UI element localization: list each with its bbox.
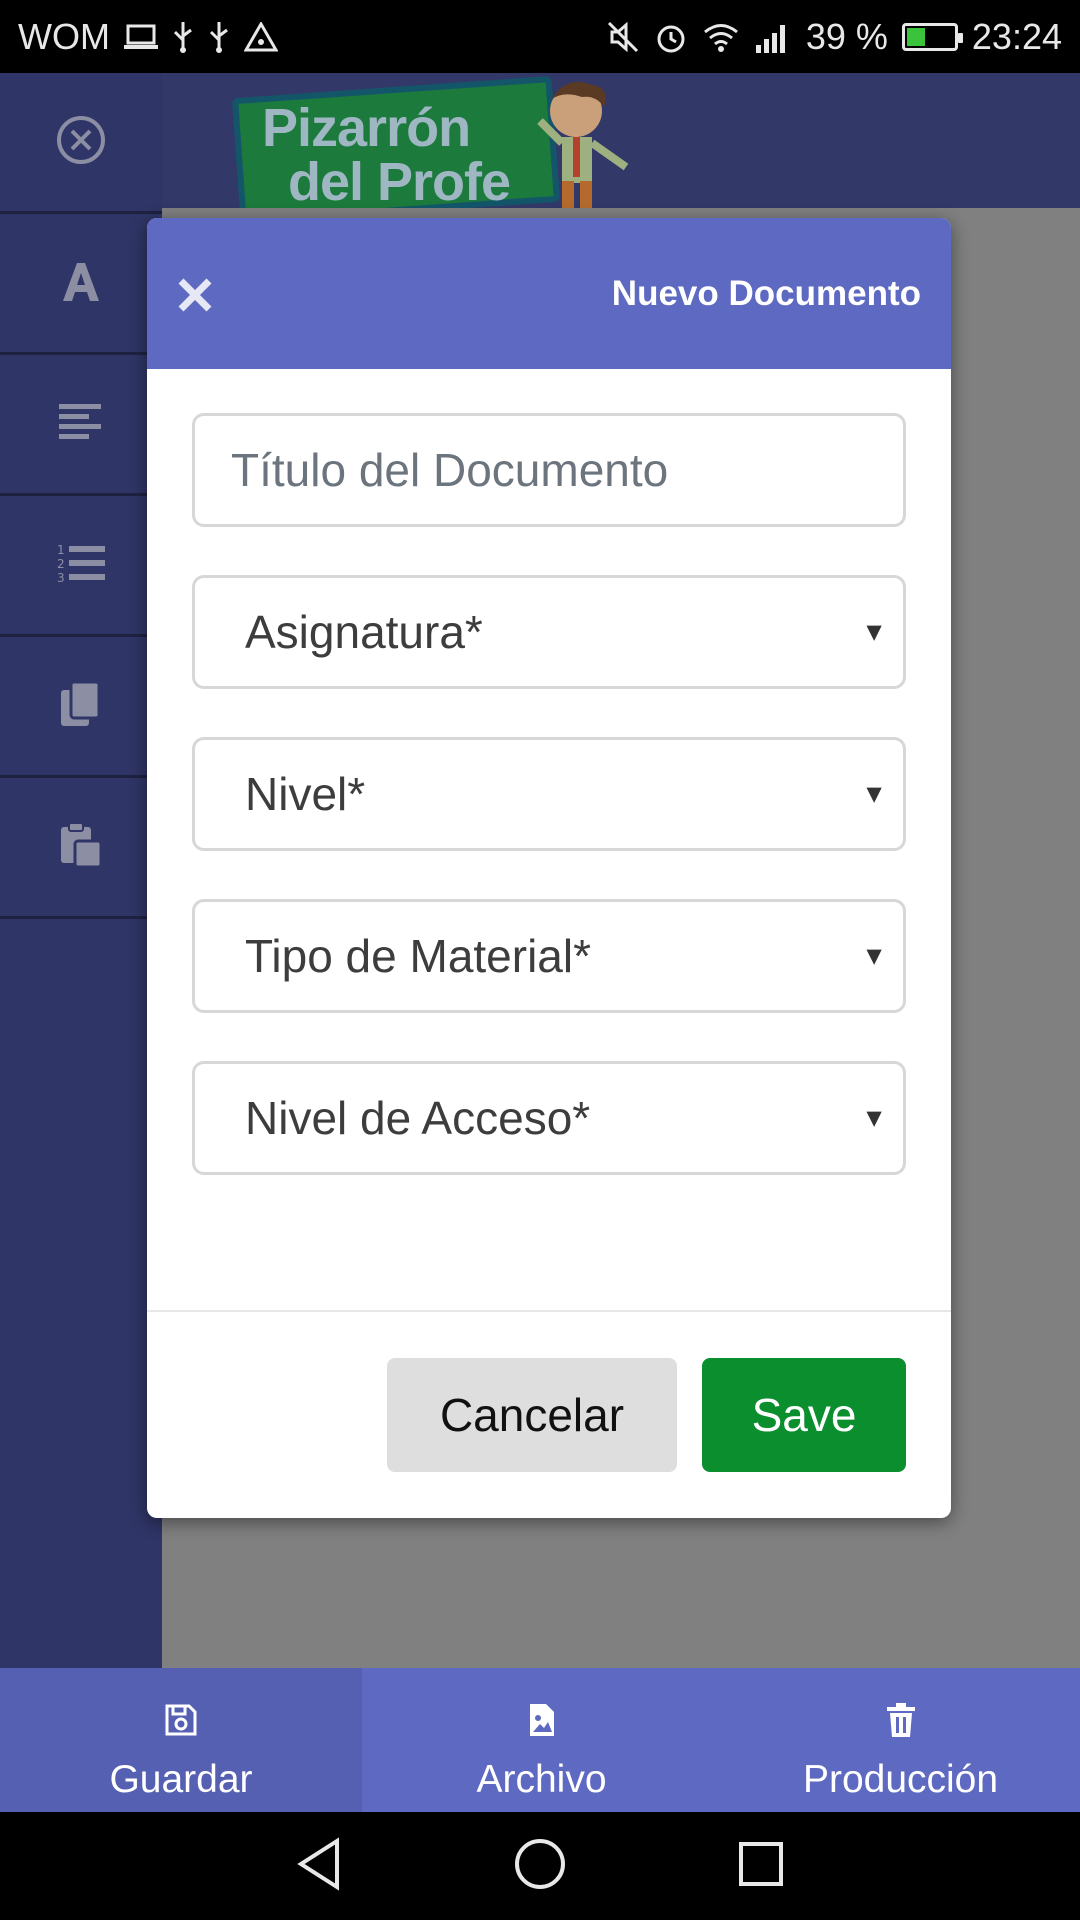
battery-level bbox=[906, 27, 925, 46]
wifi-icon bbox=[702, 21, 740, 53]
battery-icon bbox=[901, 22, 963, 51]
tab-produccion[interactable]: Producción bbox=[721, 1668, 1080, 1812]
bottom-tab-bar: Guardar Archivo Producción bbox=[0, 1668, 1080, 1812]
material-type-select-label: Tipo de Material* bbox=[245, 930, 592, 982]
warning-icon bbox=[243, 21, 278, 52]
laptop-icon bbox=[123, 22, 158, 52]
status-bar-left: WOM bbox=[18, 16, 278, 58]
mute-icon bbox=[606, 20, 640, 54]
level-select-label: Nivel* bbox=[245, 768, 366, 820]
signal-icon bbox=[754, 21, 792, 53]
cancel-button[interactable]: Cancelar bbox=[387, 1358, 677, 1472]
modal-footer: Cancelar Save bbox=[147, 1310, 951, 1518]
chevron-down-icon: ▼ bbox=[861, 940, 887, 971]
system-nav-bar bbox=[0, 1812, 1080, 1920]
tab-produccion-label: Producción bbox=[802, 1758, 999, 1801]
tab-archivo-label: Archivo bbox=[476, 1758, 607, 1801]
status-bar: WOM 39 % 23:24 bbox=[0, 0, 1080, 73]
access-level-select[interactable]: Nivel de Acceso* ▼ bbox=[192, 1061, 906, 1175]
chevron-down-icon: ▼ bbox=[861, 778, 887, 809]
trash-icon bbox=[886, 1703, 915, 1737]
chevron-down-icon: ▼ bbox=[861, 1102, 887, 1133]
document-title-input[interactable]: Título del Documento bbox=[192, 413, 906, 527]
tab-guardar-label: Guardar bbox=[109, 1758, 253, 1801]
home-circle-icon bbox=[515, 1838, 565, 1889]
chevron-down-icon: ▼ bbox=[861, 616, 887, 647]
usb-icon bbox=[208, 20, 230, 54]
status-bar-right: 39 % 23:24 bbox=[606, 16, 1062, 58]
modal-close-button[interactable] bbox=[177, 266, 213, 322]
file-image-icon bbox=[529, 1704, 554, 1736]
subject-select[interactable]: Asignatura* ▼ bbox=[192, 575, 906, 689]
save-icon bbox=[165, 1704, 197, 1736]
level-select[interactable]: Nivel* ▼ bbox=[192, 737, 906, 851]
modal-header: Nuevo Documento bbox=[147, 218, 951, 369]
back-triangle-icon bbox=[297, 1836, 339, 1891]
nav-home-button[interactable] bbox=[513, 1837, 567, 1896]
recents-square-icon bbox=[739, 1841, 783, 1886]
modal-body: Título del Documento Asignatura* ▼ Nivel… bbox=[147, 369, 951, 1175]
document-title-placeholder: Título del Documento bbox=[231, 444, 669, 496]
tab-guardar[interactable]: Guardar bbox=[0, 1668, 362, 1812]
battery-percent: 39 % bbox=[805, 15, 888, 57]
tab-archivo[interactable]: Archivo bbox=[362, 1668, 721, 1812]
new-document-modal: Nuevo Documento Título del Documento Asi… bbox=[147, 218, 951, 1518]
close-icon bbox=[178, 278, 212, 311]
save-button[interactable]: Save bbox=[702, 1358, 906, 1472]
carrier-label: WOM bbox=[18, 15, 110, 57]
subject-select-label: Asignatura* bbox=[245, 606, 483, 658]
nav-back-button[interactable] bbox=[295, 1836, 343, 1896]
material-type-select[interactable]: Tipo de Material* ▼ bbox=[192, 899, 906, 1013]
alarm-icon bbox=[654, 20, 688, 54]
access-level-select-label: Nivel de Acceso* bbox=[245, 1092, 591, 1144]
usb-icon bbox=[172, 20, 194, 54]
nav-recents-button[interactable] bbox=[737, 1840, 785, 1893]
clock: 23:24 bbox=[971, 15, 1062, 57]
modal-title: Nuevo Documento bbox=[611, 273, 921, 313]
